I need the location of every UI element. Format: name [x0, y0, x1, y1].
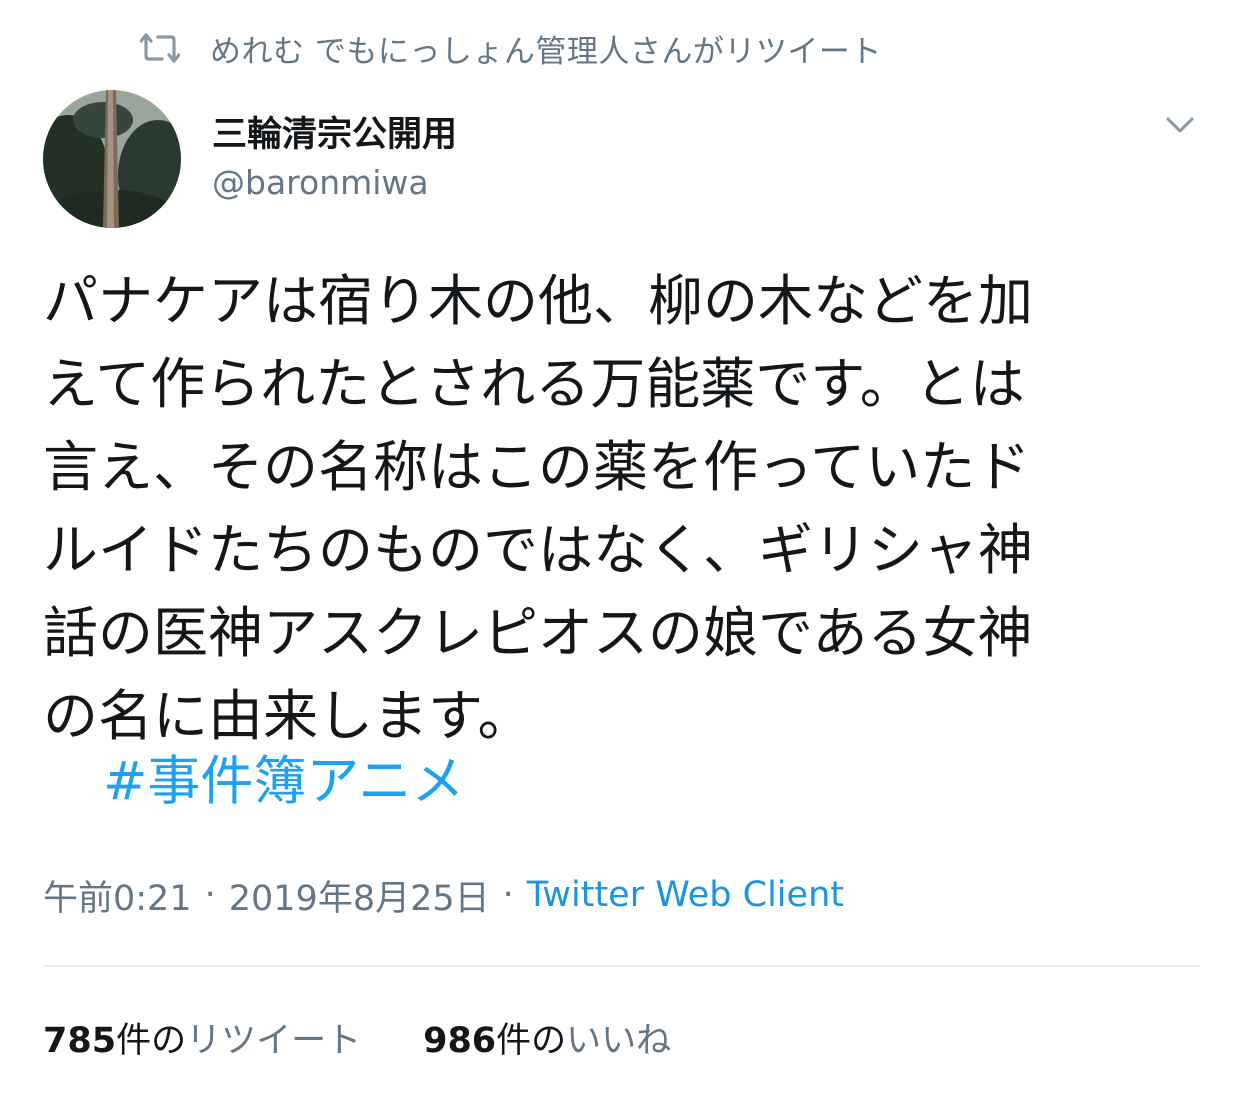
- like-count-suffix: 件の: [496, 1020, 567, 1061]
- tweet-text: パナケアは宿り木の他、柳の木などを加 えて作られたとされる万能薬です。とは 言え…: [43, 260, 1203, 758]
- tweet-stats: 785 件の リツイート 986 件の いいね: [43, 1012, 671, 1062]
- retweet-count: 785: [43, 1020, 117, 1061]
- like-count-link[interactable]: 986 件の いいね: [423, 1012, 671, 1063]
- chevron-down-icon: [1166, 117, 1194, 133]
- tweet-time[interactable]: 午前0:21: [43, 870, 192, 921]
- retweet-context-text: めれむ でもにっしょん管理人さんがリツイート: [210, 33, 882, 70]
- like-count: 986: [423, 1020, 497, 1061]
- tweet-text-line: 言え、その名称はこの薬を作っていたド: [43, 435, 1031, 499]
- avatar[interactable]: [43, 90, 181, 228]
- avatar-image: [43, 90, 181, 228]
- tweet-text-line: パナケアは宿り木の他、柳の木などを加: [43, 269, 1034, 333]
- meta-separator: ·: [502, 875, 514, 915]
- meta-separator: ·: [204, 875, 216, 915]
- tweet-text-line: 話の医神アスクレピオスの娘である女神: [43, 601, 1033, 665]
- author-handle[interactable]: @baronmiwa: [212, 163, 429, 202]
- like-label: いいね: [566, 1020, 672, 1061]
- tweet-text-line: ルイドたちのものではなく、ギリシャ神: [43, 518, 1034, 582]
- retweet-label: リツイート: [186, 1020, 362, 1061]
- retweet-count-link[interactable]: 785 件の リツイート: [43, 1012, 361, 1063]
- tweet-options-button[interactable]: [1160, 108, 1200, 142]
- hashtag-link[interactable]: #事件簿アニメ: [103, 747, 464, 817]
- divider: [43, 965, 1200, 967]
- retweet-context[interactable]: めれむ でもにっしょん管理人さんがリツイート: [139, 28, 882, 70]
- tweet-meta: 午前0:21 · 2019年8月25日 · Twitter Web Client: [43, 870, 844, 920]
- tweet-text-line: の名に由来します。: [43, 684, 533, 748]
- tweet-date[interactable]: 2019年8月25日: [229, 870, 490, 921]
- tweet-source-link[interactable]: Twitter Web Client: [527, 875, 844, 915]
- retweet-icon: [139, 31, 181, 65]
- tweet-text-line: えて作られたとされる万能薬です。とは: [43, 352, 1025, 416]
- author-display-name[interactable]: 三輪清宗公開用: [212, 106, 457, 157]
- retweet-count-suffix: 件の: [116, 1020, 187, 1061]
